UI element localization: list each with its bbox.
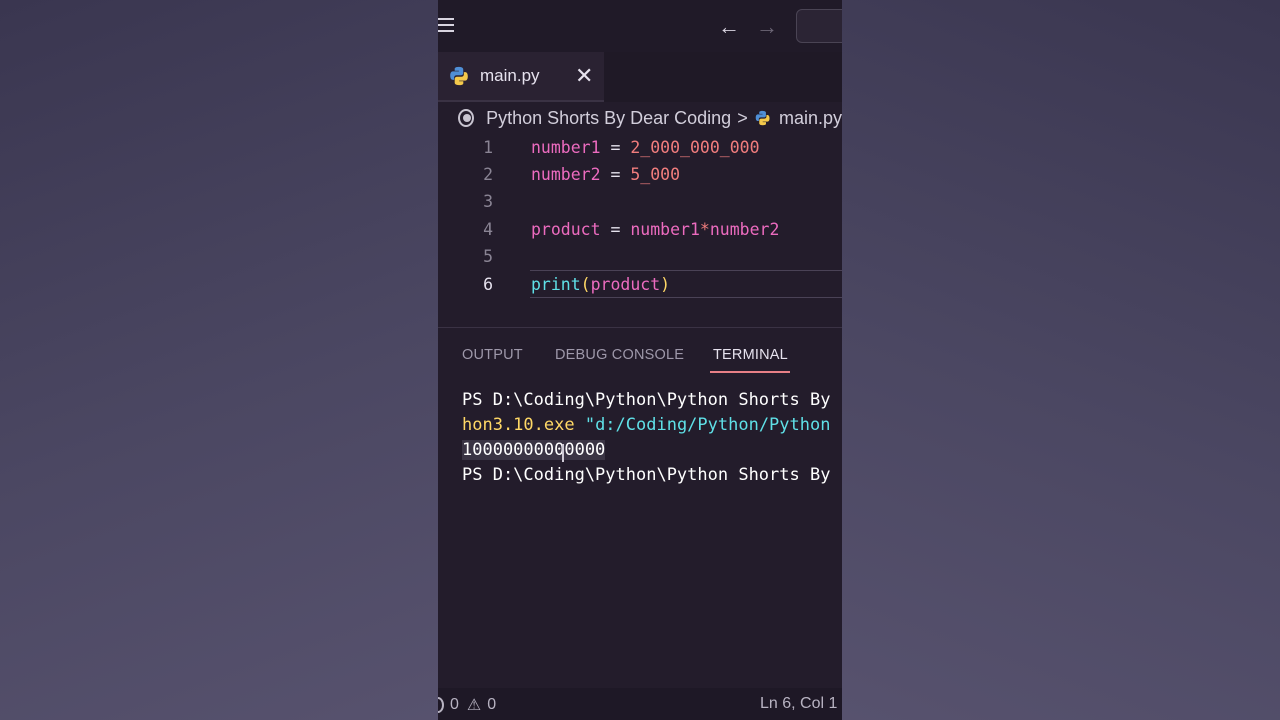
error-count: 0	[450, 696, 459, 713]
terminal-output[interactable]: PS D:\Coding\Python\Python Shorts By hon…	[438, 388, 842, 688]
code-token: product	[531, 219, 601, 239]
breadcrumb-folder[interactable]: Python Shorts By Dear Coding	[486, 108, 731, 129]
tab-terminal[interactable]: TERMINAL	[713, 347, 788, 363]
tab-label: main.py	[480, 66, 540, 85]
cursor-position[interactable]: Ln 6, Col 1	[760, 695, 837, 713]
code-editor-window: ← → main.py ✕ Python Shorts By Dear Codi…	[438, 0, 842, 720]
code-token: )	[660, 274, 671, 294]
code-text: number1 = 2_000_000_000	[531, 138, 760, 157]
code-text: print(product)	[531, 275, 670, 294]
problems-indicator[interactable]: 0 ⚠ 0	[438, 695, 496, 715]
code-line[interactable]: 6 print(product)	[438, 270, 842, 298]
status-bar: 0 ⚠ 0 Ln 6, Col 1	[438, 688, 842, 720]
code-line[interactable]: 4 product = number1*number2	[438, 216, 842, 242]
tab-output[interactable]: OUTPUT	[462, 347, 523, 363]
terminal-line: hon3.10.exe "d:/Coding/Python/Python	[462, 415, 830, 435]
code-token: number1	[630, 219, 700, 239]
python-file-icon	[450, 66, 468, 86]
line-number: 1	[483, 137, 493, 157]
terminal-exe: hon3.10.exe	[462, 415, 585, 435]
error-icon	[438, 697, 444, 713]
background-left	[0, 0, 438, 720]
record-circle-icon	[458, 109, 475, 127]
terminal-line: PS D:\Coding\Python\Python Shorts By	[462, 390, 831, 410]
warning-count: 0	[487, 696, 497, 713]
line-number: 4	[483, 219, 493, 239]
line-number: 2	[483, 164, 493, 184]
code-area[interactable]: 1 number1 = 2_000_000_000 2 number2 = 5_000…	[438, 134, 842, 324]
code-line[interactable]: 2 number2 = 5_000	[438, 161, 842, 187]
line-number: 3	[483, 192, 493, 212]
code-line[interactable]: 1 number1 = 2_000_000_000	[438, 134, 842, 160]
code-text: number2 = 5_000	[531, 165, 680, 184]
code-line[interactable]: 3	[438, 189, 842, 215]
code-token: print	[531, 274, 581, 294]
terminal-path: "d:/Coding/Python/Python	[584, 415, 831, 435]
code-token: (	[580, 274, 591, 294]
code-token: number1	[531, 137, 601, 157]
close-icon[interactable]: ✕	[575, 63, 593, 89]
title-bar: ← →	[438, 0, 842, 52]
command-center-search[interactable]	[796, 9, 842, 43]
code-token: 2_000_000_000	[630, 137, 760, 157]
panel-tab-bar: OUTPUT DEBUG CONSOLE TERMINAL	[438, 328, 842, 378]
arrow-left-icon[interactable]: ←	[718, 14, 740, 40]
warning-icon: ⚠	[466, 697, 482, 714]
tab-debug-console[interactable]: DEBUG CONSOLE	[555, 347, 684, 363]
line-number: 5	[483, 247, 493, 267]
active-tab-indicator	[710, 371, 790, 373]
code-token: 5_000	[630, 164, 681, 184]
code-token: number2	[531, 164, 601, 184]
editor-tab-bar: main.py ✕	[438, 52, 842, 102]
code-text: product = number1*number2	[531, 220, 779, 239]
tab-main-py[interactable]: main.py ✕	[438, 52, 604, 102]
terminal-output-value: 10000000000000	[462, 440, 606, 460]
code-line[interactable]: 5	[438, 244, 842, 270]
python-file-icon	[755, 110, 770, 126]
code-token: =	[600, 164, 631, 184]
hamburger-menu-icon[interactable]	[438, 18, 454, 32]
line-number: 6	[483, 274, 493, 294]
code-token: number2	[709, 219, 780, 239]
code-token: product	[590, 274, 661, 294]
terminal-line: PS D:\Coding\Python\Python Shorts By	[462, 465, 831, 485]
breadcrumb-file[interactable]: main.py	[779, 108, 842, 129]
chevron-right-icon: >	[737, 107, 748, 128]
code-token: =	[600, 137, 631, 157]
code-token: *	[699, 219, 710, 239]
code-token: =	[600, 219, 631, 239]
background-right	[842, 0, 1280, 720]
text-cursor-icon	[562, 444, 564, 462]
arrow-right-icon[interactable]: →	[756, 14, 778, 40]
breadcrumb: Python Shorts By Dear Coding > main.py	[438, 102, 842, 134]
